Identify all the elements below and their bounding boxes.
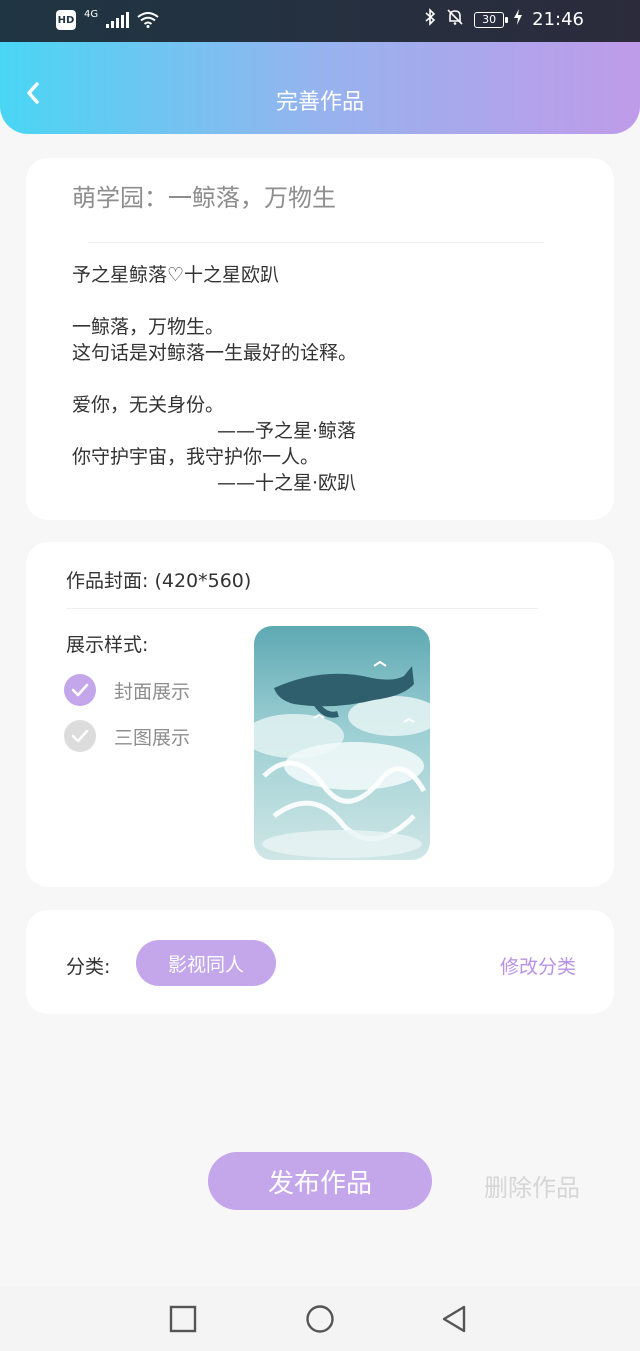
charging-icon [514,9,523,30]
option-label: 三图展示 [114,726,191,749]
cover-image[interactable] [254,626,430,860]
cover-label: 作品封面: (420*560) [66,570,252,592]
status-bar: HD 4G 30 21:46 [0,0,640,42]
category-label: 分类: [66,956,111,978]
home-button[interactable] [305,1304,335,1334]
status-right: 30 21:46 [424,8,584,31]
recent-apps-button[interactable] [168,1304,198,1334]
divider [66,608,538,609]
system-nav-bar [0,1286,640,1351]
check-icon [64,720,96,752]
page-title: 完善作品 [275,90,364,115]
work-content-card: 萌学园：一鲸落，万物生 予之星鲸落♡十之星欧趴 一鲸落，万物生。 这句话是对鲸落… [26,158,614,520]
option-cover-display[interactable]: 封面展示 [64,674,190,706]
clock: 21:46 [532,9,584,30]
wifi-icon [137,12,159,28]
status-left: HD 4G [56,8,159,30]
signal-icon [106,12,130,28]
bluetooth-icon [424,8,436,31]
edit-category-link[interactable]: 修改分类 [500,952,576,979]
nav-back-button[interactable] [440,1304,470,1334]
mute-icon [446,8,464,31]
square-icon [169,1305,197,1333]
category-card: 分类: 影视同人 修改分类 [26,910,614,1014]
category-chip[interactable]: 影视同人 [136,940,276,986]
work-body-field[interactable]: 予之星鲸落♡十之星欧趴 一鲸落，万物生。 这句话是对鲸落一生最好的诠释。 爱你，… [72,262,572,496]
style-label: 展示样式: [66,634,149,656]
battery-icon: 30 [474,11,509,28]
circle-icon [306,1305,334,1333]
option-three-image-display[interactable]: 三图展示 [64,720,190,752]
cover-card: 作品封面: (420*560) 展示样式: 封面展示 三图展示 [26,542,614,887]
divider [88,242,544,243]
delete-button[interactable]: 删除作品 [484,1168,580,1203]
network-label: 4G [84,8,99,20]
option-label: 封面展示 [114,680,191,703]
check-icon [64,674,96,706]
hd-badge: HD [56,10,76,30]
work-title-field[interactable]: 萌学园：一鲸落，万物生 [72,178,336,213]
publish-button[interactable]: 发布作品 [208,1152,432,1210]
triangle-back-icon [442,1305,466,1333]
header: 完善作品 [0,42,640,134]
